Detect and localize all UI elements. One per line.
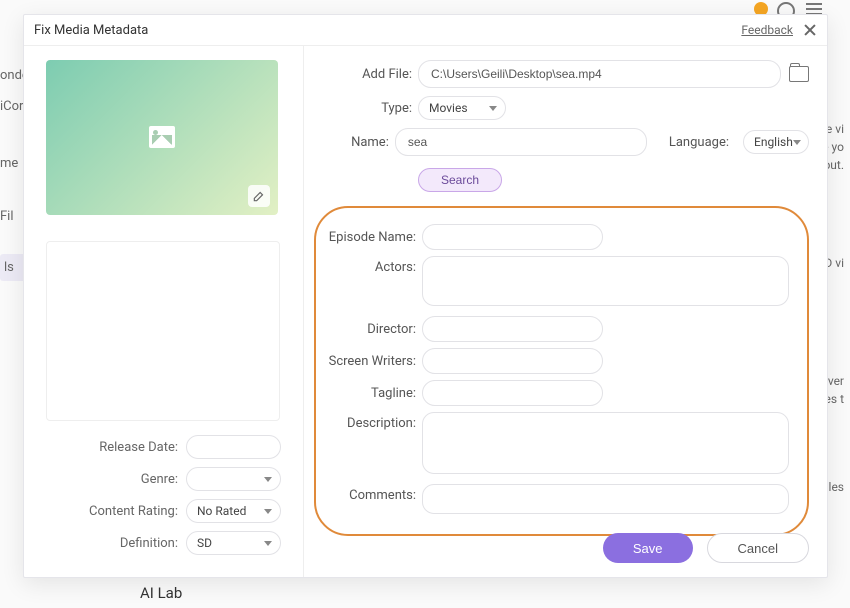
pencil-icon [252,189,266,203]
director-input[interactable] [422,316,603,342]
feedback-link[interactable]: Feedback [741,23,793,37]
media-thumbnail [46,60,278,215]
comments-input[interactable] [422,484,789,514]
episode-name-label: Episode Name: [318,230,422,245]
chevron-down-icon [264,477,272,482]
content-rating-label: Content Rating: [46,504,186,519]
chevron-down-icon [489,106,497,111]
save-button[interactable]: Save [603,533,693,563]
type-label: Type: [314,101,418,116]
director-label: Director: [318,322,422,337]
name-input[interactable] [395,128,647,156]
language-label: Language: [669,135,735,150]
bottom-fragment: AI Lab [140,584,182,602]
actors-input[interactable] [422,256,789,306]
results-box [46,241,280,421]
actors-label: Actors: [318,256,422,275]
chevron-down-icon [264,541,272,546]
name-label: Name: [314,135,395,150]
close-icon[interactable] [803,23,817,37]
language-value: English [754,135,793,149]
folder-icon[interactable] [789,66,809,82]
fix-metadata-modal: Fix Media Metadata Feedback Release Date… [23,14,828,578]
modal-title: Fix Media Metadata [34,23,741,38]
screen-writers-input[interactable] [422,348,603,374]
type-value: Movies [429,101,468,115]
add-file-label: Add File: [314,67,418,82]
comments-label: Comments: [318,484,422,503]
tagline-input[interactable] [422,380,603,406]
image-icon [149,126,175,148]
description-label: Description: [318,412,422,431]
definition-label: Definition: [46,536,186,551]
left-pane: Release Date: Genre: Content Rating: [24,46,304,577]
modal-titlebar: Fix Media Metadata Feedback [24,15,827,46]
language-select[interactable]: English [743,130,809,154]
type-select[interactable]: Movies [418,96,506,120]
content-rating-select[interactable]: No Rated [186,499,281,523]
search-button[interactable]: Search [418,168,502,192]
definition-select[interactable]: SD [186,531,281,555]
cancel-button[interactable]: Cancel [707,533,809,563]
episode-name-input[interactable] [422,224,603,250]
chevron-down-icon [264,509,272,514]
genre-label: Genre: [46,472,186,487]
add-file-input[interactable] [418,60,781,88]
edit-thumbnail-button[interactable] [248,185,270,207]
release-date-label: Release Date: [46,440,186,455]
release-date-input[interactable] [186,435,281,459]
description-input[interactable] [422,412,789,474]
right-pane: Add File: Type: Movies Name: [304,46,827,577]
tagline-label: Tagline: [318,386,422,401]
definition-value: SD [197,536,212,550]
metadata-fields-group: Episode Name: Actors: Director: Screen W… [314,206,809,536]
chevron-down-icon [793,140,801,145]
content-rating-value: No Rated [197,504,246,518]
genre-select[interactable] [186,467,281,491]
screen-writers-label: Screen Writers: [318,354,422,369]
